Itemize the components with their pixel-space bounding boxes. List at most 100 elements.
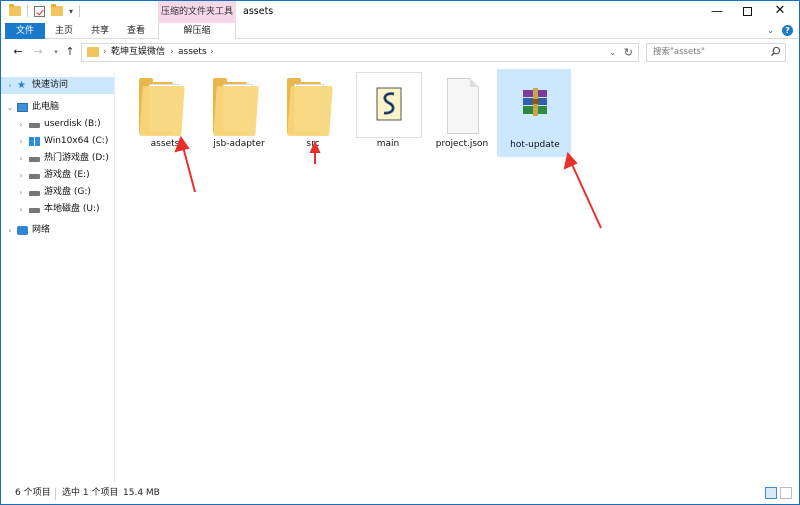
file-list: assets jsb-adapter src main project.json…: [116, 65, 799, 483]
file-item-assets[interactable]: assets: [128, 69, 202, 157]
context-tab-group-label: 压缩的文件夹工具: [158, 1, 236, 23]
computer-icon: [17, 103, 28, 112]
chevron-right-icon[interactable]: ›: [210, 44, 214, 61]
sidebar-item-label: userdisk (B:): [44, 119, 101, 129]
ribbon-controls: ⌄ ?: [767, 25, 793, 36]
back-button[interactable]: ←: [11, 44, 25, 60]
file-item-project-json[interactable]: project.json: [425, 69, 499, 157]
sidebar-item-drive-g[interactable]: › 游戏盘 (G:): [1, 184, 114, 201]
file-item-hot-update[interactable]: hot-update: [497, 69, 571, 157]
file-name: project.json: [435, 139, 489, 149]
file-name: assets: [150, 139, 180, 149]
minimize-button[interactable]: —: [701, 1, 733, 23]
tab-file[interactable]: 文件: [5, 23, 45, 39]
chevron-right-icon[interactable]: ›: [16, 184, 26, 201]
refresh-icon[interactable]: ↻: [624, 44, 633, 61]
chevron-right-icon[interactable]: ›: [170, 44, 174, 61]
search-input[interactable]: 搜索"assets": [646, 43, 786, 62]
navigation-bar: ← → ▾ ↑ › 乾坤互娱微信 › assets › ⌄ ↻ 搜索"asset…: [1, 40, 799, 64]
sidebar-item-drive-e[interactable]: › 游戏盘 (E:): [1, 167, 114, 184]
new-folder-icon[interactable]: [51, 4, 63, 16]
address-bar[interactable]: › 乾坤互娱微信 › assets › ⌄ ↻: [81, 43, 639, 62]
script-icon: [356, 72, 422, 138]
folder-icon: [133, 72, 197, 138]
file-name: jsb-adapter: [213, 139, 265, 149]
sidebar-item-label: 游戏盘 (E:): [44, 170, 90, 180]
star-icon: ★: [17, 80, 26, 91]
chevron-right-icon[interactable]: ›: [5, 222, 15, 239]
file-name: src: [306, 139, 320, 149]
close-button[interactable]: ✕: [764, 1, 796, 23]
sidebar-item-drive-b[interactable]: › userdisk (B:): [1, 116, 114, 133]
tab-home[interactable]: 主页: [47, 23, 81, 39]
chevron-right-icon[interactable]: ›: [5, 77, 15, 94]
drive-icon: [29, 208, 40, 213]
sidebar-item-label: 热门游戏盘 (D:): [44, 153, 109, 163]
drive-icon: [29, 123, 40, 128]
file-name: main: [376, 139, 400, 149]
expand-ribbon-icon[interactable]: ⌄: [767, 26, 774, 35]
sidebar-item-drive-d[interactable]: › 热门游戏盘 (D:): [1, 150, 114, 167]
explorer-window: ▾ 压缩的文件夹工具 assets — ✕ 文件 主页 共享 查看 解压缩 ⌄ …: [0, 0, 800, 505]
folder-icon: [9, 4, 21, 16]
sidebar-item-this-pc[interactable]: ⌄ 此电脑: [1, 99, 114, 116]
file-item-main[interactable]: main: [351, 69, 425, 157]
large-icons-view-icon[interactable]: [780, 487, 792, 499]
breadcrumb-item[interactable]: 乾坤互娱微信: [111, 44, 165, 61]
sidebar-item-label: 此电脑: [32, 102, 60, 112]
chevron-right-icon[interactable]: ›: [16, 201, 26, 218]
ribbon-tabs: 文件 主页 共享 查看 解压缩 ⌄ ?: [1, 23, 799, 39]
sidebar-item-label: 网络: [32, 225, 51, 235]
file-name: hot-update: [510, 140, 560, 150]
tab-view[interactable]: 查看: [119, 23, 153, 39]
title-bar: ▾ 压缩的文件夹工具 assets — ✕: [1, 1, 799, 23]
breadcrumb-item[interactable]: assets: [178, 44, 207, 61]
chevron-right-icon[interactable]: ›: [16, 150, 26, 167]
sidebar-item-label: 本地磁盘 (U:): [44, 204, 100, 214]
windows-drive-icon: [29, 137, 40, 146]
maximize-icon: [742, 7, 752, 16]
maximize-button[interactable]: [731, 1, 763, 23]
recent-locations-button[interactable]: ▾: [51, 44, 61, 60]
chevron-right-icon[interactable]: ›: [16, 116, 26, 133]
properties-icon[interactable]: [34, 5, 45, 17]
file-item-src[interactable]: src: [276, 69, 350, 157]
sidebar-item-network[interactable]: › 网络: [1, 222, 114, 239]
up-button[interactable]: ↑: [63, 44, 77, 60]
drive-icon: [29, 174, 40, 179]
network-icon: [17, 226, 28, 235]
window-title: assets: [243, 6, 274, 17]
tab-extract[interactable]: 解压缩: [158, 23, 236, 39]
folder-icon: [207, 72, 271, 138]
sidebar-item-label: 游戏盘 (G:): [44, 187, 91, 197]
archive-icon: [503, 73, 567, 139]
chevron-right-icon[interactable]: ›: [16, 167, 26, 184]
quick-access-toolbar: ▾: [9, 4, 81, 17]
chevron-down-icon[interactable]: ⌄: [609, 44, 616, 61]
selection-size: 15.4 MB: [123, 488, 160, 498]
help-icon[interactable]: ?: [782, 25, 793, 36]
navigation-pane: › ★ 快速访问 ⌄ 此电脑 › userdisk (B:) › Win10x6…: [1, 71, 115, 483]
divider: [79, 5, 81, 17]
file-item-jsb-adapter[interactable]: jsb-adapter: [202, 69, 276, 157]
folder-icon: [87, 47, 99, 57]
search-placeholder: 搜索"assets": [653, 47, 705, 57]
details-view-icon[interactable]: [765, 487, 777, 499]
sidebar-item-drive-c[interactable]: › Win10x64 (C:): [1, 133, 114, 150]
divider: [27, 5, 28, 17]
sidebar-item-quick-access[interactable]: › ★ 快速访问: [1, 77, 114, 94]
drive-icon: [29, 157, 40, 162]
document-icon: [430, 72, 494, 138]
tab-share[interactable]: 共享: [83, 23, 117, 39]
sidebar-item-label: Win10x64 (C:): [44, 136, 109, 146]
divider: [55, 488, 56, 500]
sidebar-item-drive-u[interactable]: › 本地磁盘 (U:): [1, 201, 114, 218]
chevron-down-icon[interactable]: ▾: [69, 7, 73, 16]
chevron-down-icon[interactable]: ⌄: [5, 99, 15, 116]
selection-count: 选中 1 个项目: [62, 488, 119, 498]
chevron-right-icon[interactable]: ›: [103, 44, 107, 61]
item-count: 6 个项目: [15, 488, 51, 498]
chevron-right-icon[interactable]: ›: [16, 133, 26, 150]
forward-button[interactable]: →: [31, 44, 45, 60]
folder-icon: [281, 72, 345, 138]
